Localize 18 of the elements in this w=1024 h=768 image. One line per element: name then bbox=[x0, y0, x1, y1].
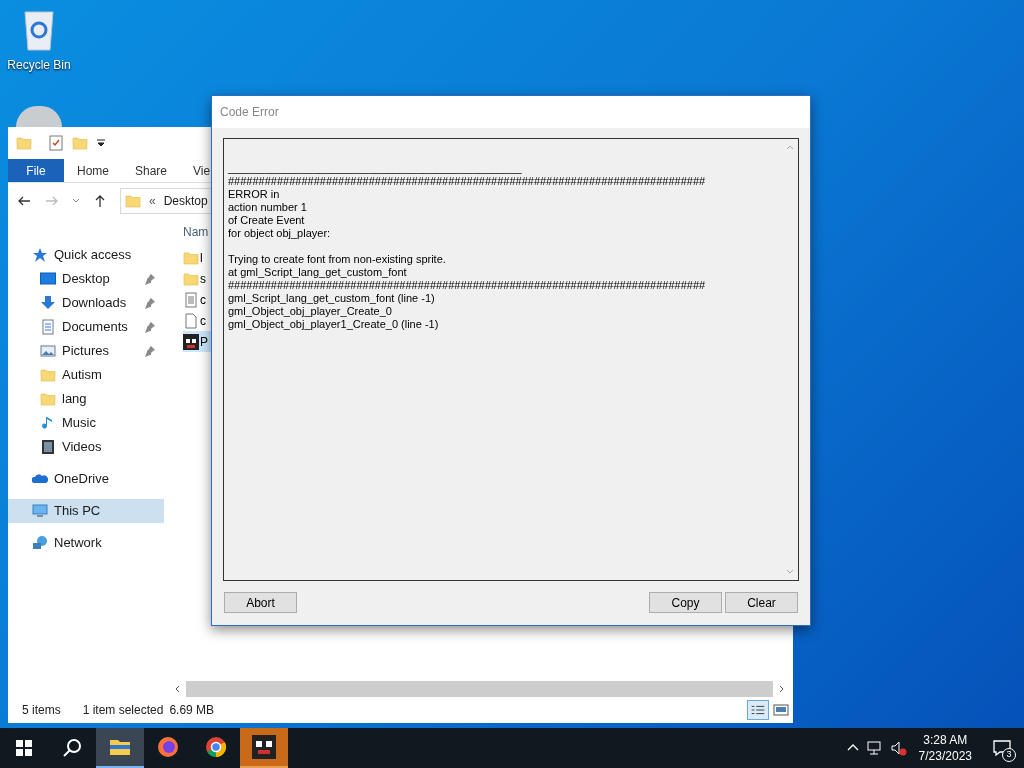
error-line: gml_Object_obj_player_Create_0 bbox=[228, 305, 392, 317]
error-line: ############################################################################## bbox=[228, 175, 706, 187]
status-item-count: 5 items bbox=[22, 702, 61, 719]
desktop-icon-label: Recycle Bin bbox=[7, 57, 71, 74]
error-line: ERROR in bbox=[228, 188, 280, 200]
window-title: Code Error bbox=[220, 104, 279, 121]
error-line: for object obj_player: bbox=[228, 227, 331, 239]
error-line: ############################################################################## bbox=[228, 279, 706, 291]
error-line: at gml_Script_lang_get_custom_font bbox=[228, 266, 407, 278]
status-size: 6.69 MB bbox=[169, 702, 215, 719]
status-selection: 1 item selected bbox=[82, 702, 164, 719]
error-line: Trying to create font from non-existing sprite. bbox=[228, 253, 446, 265]
error-line: ________________________________________________ bbox=[228, 162, 522, 174]
error-line: gml_Object_obj_player1_Create_0 (line -1) bbox=[228, 318, 439, 330]
error-line: action number 1 bbox=[228, 201, 307, 213]
notification-count: 3 bbox=[1002, 748, 1016, 762]
error-line: gml_Script_lang_get_custom_font (line -1) bbox=[228, 292, 435, 304]
error-line: of Create Event bbox=[228, 214, 305, 226]
